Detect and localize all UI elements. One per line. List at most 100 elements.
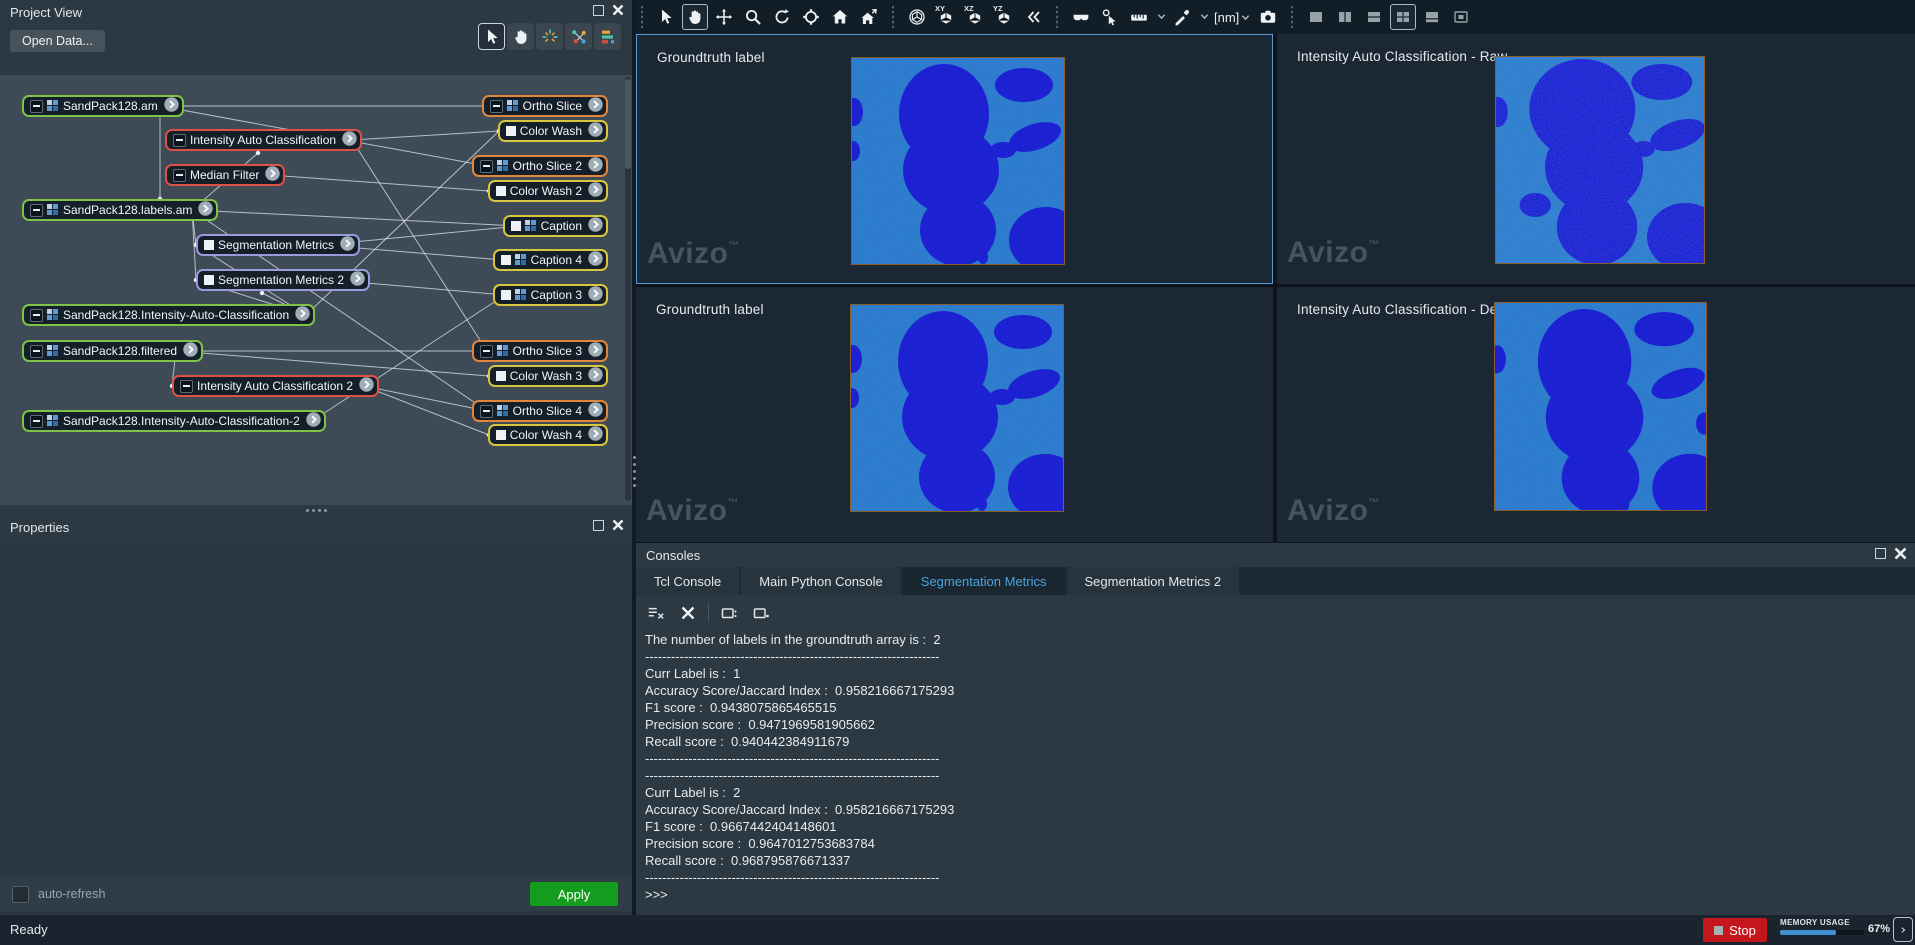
- pan-hand-icon[interactable]: [682, 4, 708, 30]
- collapse-icon[interactable]: [480, 405, 493, 418]
- chevron-right-icon[interactable]: [586, 251, 603, 269]
- graph-node[interactable]: Ortho Slice: [482, 95, 608, 117]
- select-arrow-icon[interactable]: [653, 4, 679, 30]
- close-icon[interactable]: [612, 4, 624, 16]
- fit-view-icon[interactable]: [536, 23, 563, 50]
- collapse-icon[interactable]: [173, 169, 186, 182]
- chevron-right-icon[interactable]: [586, 342, 603, 360]
- chevron-right-icon[interactable]: [586, 182, 603, 200]
- graph-node[interactable]: Ortho Slice 4: [472, 400, 608, 422]
- auto-refresh-checkbox[interactable]: [12, 886, 29, 903]
- eyedropper-icon[interactable]: [1169, 4, 1195, 30]
- chevron-right-icon[interactable]: [586, 402, 603, 420]
- graph-node[interactable]: SandPack128.am: [22, 95, 184, 117]
- rotate-icon[interactable]: [769, 4, 795, 30]
- chevron-right-icon[interactable]: [586, 122, 603, 140]
- measure-ruler-icon[interactable]: [1126, 4, 1152, 30]
- chevron-right-icon[interactable]: [196, 201, 213, 219]
- dock-console-icon[interactable]: [749, 601, 773, 625]
- graph-node[interactable]: Caption 3: [493, 284, 608, 306]
- maximize-icon[interactable]: [593, 520, 604, 531]
- viewport-1[interactable]: Groundtruth label Avizo™: [636, 34, 1273, 284]
- graph-node[interactable]: Intensity Auto Classification 2: [172, 375, 379, 397]
- units-dropdown[interactable]: [nm]: [1212, 10, 1252, 25]
- graph-scrollbar[interactable]: [625, 77, 631, 501]
- home-icon[interactable]: [827, 4, 853, 30]
- graph-node[interactable]: Color Wash: [498, 120, 608, 142]
- viewport-extract-icon[interactable]: [1448, 4, 1474, 30]
- pan-hand-icon[interactable]: [507, 23, 534, 50]
- graph-node[interactable]: Color Wash 4: [488, 424, 608, 446]
- close-icon[interactable]: [1894, 547, 1907, 560]
- chevron-right-icon[interactable]: [357, 377, 374, 395]
- collapse-icon[interactable]: [30, 345, 43, 358]
- layout-four-icon[interactable]: [1390, 4, 1416, 30]
- graph-node[interactable]: Median Filter: [165, 164, 285, 186]
- maximize-icon[interactable]: [593, 5, 604, 16]
- graph-node[interactable]: Intensity Auto Classification: [165, 129, 362, 151]
- chevron-right-icon[interactable]: [586, 426, 603, 444]
- graph-node[interactable]: Ortho Slice 2: [472, 155, 608, 177]
- layout-main-bottom-icon[interactable]: [1419, 4, 1445, 30]
- layout-two-columns-icon[interactable]: [1332, 4, 1358, 30]
- panel-splitter-handle[interactable]: [0, 505, 632, 515]
- zoom-icon[interactable]: [740, 4, 766, 30]
- graph-node[interactable]: SandPack128.labels.am: [22, 199, 218, 221]
- translate-icon[interactable]: [711, 4, 737, 30]
- collapse-icon[interactable]: [180, 380, 193, 393]
- graph-node[interactable]: Caption 4: [493, 249, 608, 271]
- pointer-icon[interactable]: [478, 23, 505, 50]
- stereo-glasses-icon[interactable]: [1068, 4, 1094, 30]
- view-perspective-icon[interactable]: [904, 4, 930, 30]
- collapse-icon[interactable]: [30, 204, 43, 217]
- viewport-3[interactable]: Groundtruth label Avizo™: [636, 287, 1273, 542]
- chevron-down-icon[interactable]: [1198, 8, 1209, 26]
- close-cross-icon[interactable]: [676, 601, 700, 625]
- chevron-right-icon[interactable]: [263, 166, 280, 184]
- layout-two-rows-icon[interactable]: [1361, 4, 1387, 30]
- chevron-right-icon[interactable]: [338, 236, 355, 254]
- console-tab-4[interactable]: Segmentation Metrics 2: [1067, 567, 1240, 595]
- collapse-icon[interactable]: [30, 309, 43, 322]
- slice-image[interactable]: [1494, 302, 1707, 511]
- console-tab-1[interactable]: Tcl Console: [636, 567, 739, 595]
- view-cube-icon[interactable]: YZ: [991, 4, 1017, 30]
- graph-node[interactable]: Caption: [503, 215, 608, 237]
- graph-node[interactable]: Ortho Slice 3: [472, 340, 608, 362]
- stop-button[interactable]: Stop: [1703, 918, 1767, 942]
- set-home-icon[interactable]: [856, 4, 882, 30]
- slice-image[interactable]: [1495, 56, 1705, 264]
- maximize-icon[interactable]: [1875, 548, 1886, 559]
- open-data-button[interactable]: Open Data...: [10, 30, 105, 52]
- graph-view-icon[interactable]: [565, 23, 592, 50]
- close-icon[interactable]: [612, 519, 624, 531]
- chevron-right-icon[interactable]: [586, 97, 603, 115]
- snapshot-camera-icon[interactable]: [1255, 4, 1281, 30]
- slice-image[interactable]: [851, 57, 1065, 265]
- layout-single-icon[interactable]: [1303, 4, 1329, 30]
- view-cube-icon[interactable]: XY: [933, 4, 959, 30]
- trackball-icon[interactable]: [798, 4, 824, 30]
- pick-cursor-icon[interactable]: [1097, 4, 1123, 30]
- collapse-icon[interactable]: [173, 134, 186, 147]
- chevron-right-icon[interactable]: [586, 367, 603, 385]
- console-output[interactable]: The number of labels in the groundtruth …: [645, 631, 954, 903]
- collapse-icon[interactable]: [480, 345, 493, 358]
- collapse-left-icon[interactable]: [1020, 4, 1046, 30]
- viewport-4[interactable]: Intensity Auto Classification - Denoised…: [1277, 287, 1915, 542]
- chevron-right-icon[interactable]: [348, 271, 365, 289]
- view-cube-icon[interactable]: XZ: [962, 4, 988, 30]
- float-console-icon[interactable]: [717, 601, 741, 625]
- chevron-right-icon[interactable]: [586, 217, 603, 235]
- chevron-right-icon[interactable]: [162, 97, 179, 115]
- chevron-right-icon[interactable]: [586, 157, 603, 175]
- graph-node[interactable]: SandPack128.filtered: [22, 340, 203, 362]
- console-tab-3[interactable]: Segmentation Metrics: [903, 567, 1065, 595]
- collapse-icon[interactable]: [490, 100, 503, 113]
- chevron-right-icon[interactable]: [304, 412, 321, 430]
- node-graph[interactable]: SandPack128.am Intensity Auto Classificat…: [0, 75, 632, 505]
- slice-image[interactable]: [850, 304, 1064, 512]
- chevron-right-icon[interactable]: [181, 342, 198, 360]
- chevron-right-icon[interactable]: [293, 306, 310, 324]
- chevron-right-icon[interactable]: [340, 131, 357, 149]
